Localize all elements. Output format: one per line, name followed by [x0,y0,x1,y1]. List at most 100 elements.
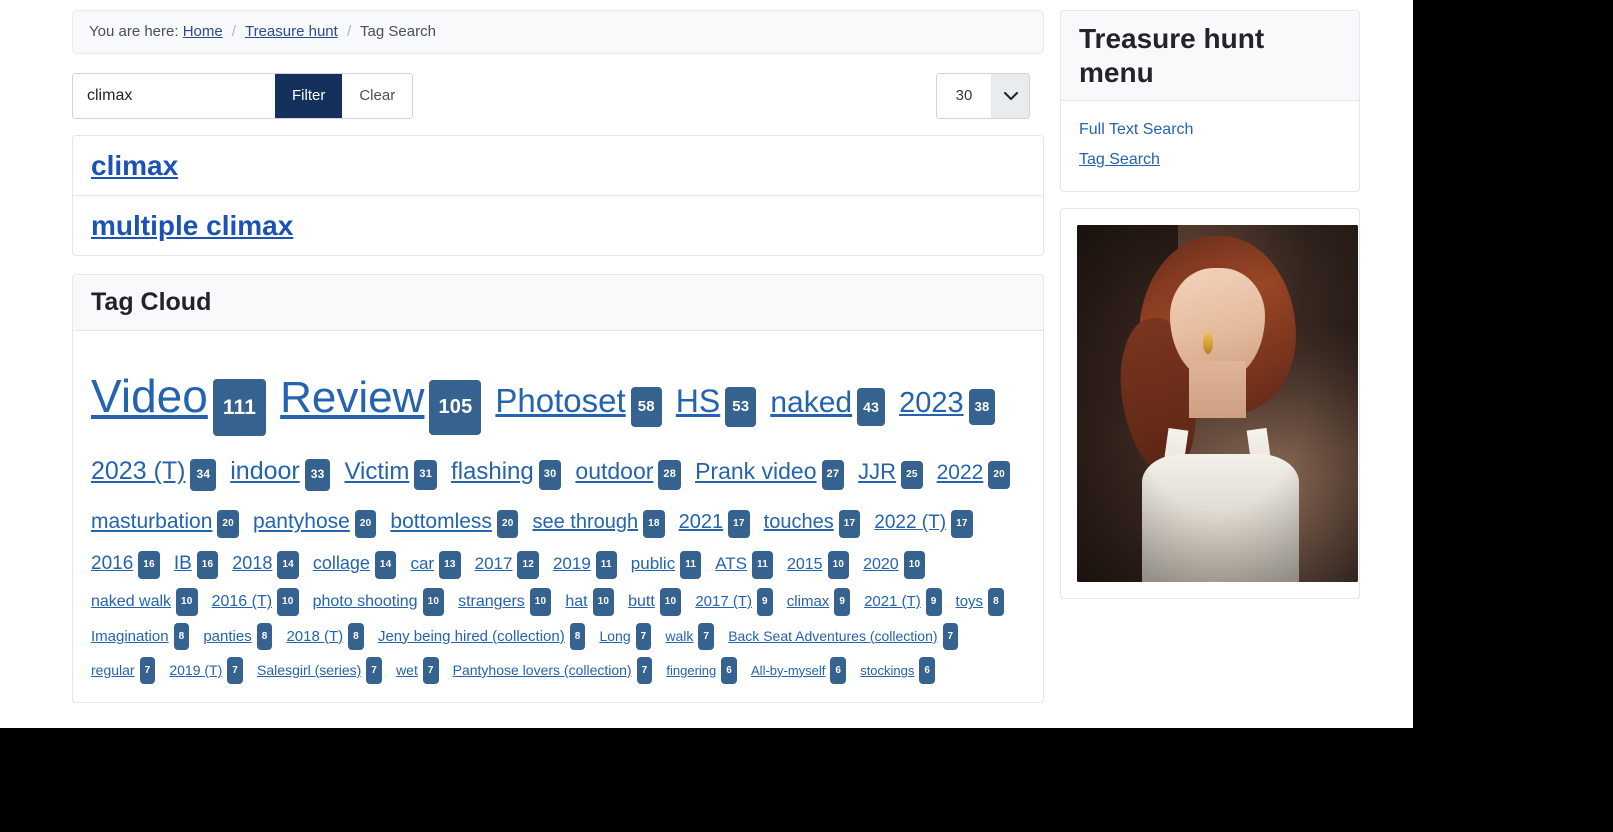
tag-link[interactable]: Video [91,370,208,422]
tag-link[interactable]: hat [565,593,587,610]
tag-cloud-item: 2018 14 [232,551,299,579]
tag-link[interactable]: Back Seat Adventures (collection) [728,628,937,644]
tag-link[interactable]: wet [396,662,418,678]
tag-link[interactable]: public [631,554,675,573]
page-container: You are here: Home / Treasure hunt / Tag… [72,10,1362,704]
tag-cloud-item: car 13 [410,551,461,579]
per-page-select[interactable]: 30 [936,72,1030,119]
tag-link[interactable]: All-by-myself [751,663,825,678]
list-item[interactable]: climax [73,136,1043,196]
tag-count-badge: 16 [196,551,219,579]
tag-link[interactable]: flashing [451,458,534,485]
per-page-value: 30 [937,73,991,118]
tag-link[interactable]: 2017 [475,554,513,573]
tag-link[interactable]: Imagination [91,628,169,645]
tag-link[interactable]: Review [280,373,424,422]
tag-link[interactable]: JJR [858,459,896,484]
breadcrumb-link-home[interactable]: Home [183,23,223,40]
search-input[interactable] [73,73,275,118]
tag-link[interactable]: 2022 (T) [874,512,946,533]
tag-link[interactable]: 2019 (T) [169,662,222,678]
search-toolbar: Filter Clear 30 [72,72,1044,119]
tag-link[interactable]: 2015 [787,556,823,573]
tag-link[interactable]: IB [174,553,192,574]
tag-link[interactable]: see through [532,511,638,533]
tag-cloud-item: 2019 (T) 7 [169,656,244,685]
tag-cloud-item: Review 105 [280,373,482,435]
sidebar-item-tag-search[interactable]: Tag Search [1079,145,1341,175]
breadcrumb-separator: / [346,23,352,40]
tag-link[interactable]: car [410,554,434,573]
tag-link[interactable]: outdoor [575,458,653,484]
tag-link[interactable]: 2022 [937,461,984,484]
tag-link[interactable]: 2021 (T) [864,593,921,610]
tag-count-badge: 14 [374,551,397,579]
tag-cloud-item: strangers 10 [458,588,552,616]
tag-link[interactable]: bottomless [390,510,492,533]
tag-link[interactable]: touches [764,511,834,533]
tag-cloud-item: 2023 38 [899,387,996,426]
tag-link[interactable]: toys [956,593,984,610]
tag-link[interactable]: Long [599,628,630,644]
tag-link[interactable]: naked [770,386,852,419]
tag-count-badge: 11 [680,551,702,579]
filter-button[interactable]: Filter [275,73,343,118]
tag-count-badge: 9 [925,588,942,616]
tag-link[interactable]: Victim [344,458,409,485]
tag-count-badge: 53 [725,387,757,428]
tag-link[interactable]: 2016 (T) [212,593,272,610]
result-link-climax[interactable]: climax [91,150,178,181]
tag-link[interactable]: strangers [458,593,525,610]
tag-link[interactable]: collage [313,553,370,573]
tag-link[interactable]: 2023 [899,387,964,419]
tag-link[interactable]: panties [203,628,251,645]
tag-link[interactable]: 2016 [91,553,133,574]
tag-link[interactable]: masturbation [91,510,212,533]
tag-cloud-item: outdoor 28 [575,458,682,490]
tag-count-badge: 10 [529,588,552,616]
tag-link[interactable]: Pantyhose lovers (collection) [453,662,632,678]
tag-link[interactable]: photo shooting [313,593,418,610]
tag-cloud-title: Tag Cloud [91,287,212,316]
tag-link[interactable]: climax [787,593,830,610]
breadcrumb-current-tag-search: Tag Search [360,23,436,40]
tag-link[interactable]: 2018 (T) [286,628,343,645]
result-link-multiple-climax[interactable]: multiple climax [91,210,293,241]
chevron-down-icon[interactable] [991,73,1029,118]
tag-cloud-item: Long 7 [599,622,652,651]
tag-link[interactable]: fingering [666,663,716,678]
tag-cloud-item: 2016 16 [91,551,160,579]
tag-cloud-item: see through 18 [532,510,665,538]
tag-link[interactable]: ATS [715,554,747,573]
tag-cloud-item: 2021 (T) 9 [864,588,942,616]
tag-count-badge: 8 [569,622,586,651]
tag-link[interactable]: 2018 [232,553,272,573]
tag-link[interactable]: 2019 [553,554,591,573]
breadcrumb-link-treasure-hunt[interactable]: Treasure hunt [245,23,338,40]
tag-link[interactable]: 2020 [863,556,899,573]
tag-cloud-item: 2022 (T) 17 [874,510,973,538]
tag-link[interactable]: naked walk [91,593,171,610]
list-item[interactable]: multiple climax [73,196,1043,255]
sidebar-item-full-text-search[interactable]: Full Text Search [1079,115,1341,145]
sidebar-image-panel [1060,208,1360,600]
tag-link[interactable]: regular [91,662,135,678]
breadcrumb-separator: / [231,23,237,40]
tag-link[interactable]: HS [676,383,720,419]
tag-link[interactable]: stockings [860,663,914,678]
tag-link[interactable]: Salesgirl (series) [257,662,361,678]
tag-link[interactable]: Jeny being hired (collection) [378,628,565,645]
tag-link[interactable]: 2023 (T) [91,457,185,485]
tag-link[interactable]: pantyhose [253,510,350,533]
tag-cloud-item: 2019 11 [553,551,617,579]
tag-link[interactable]: Photoset [495,382,625,419]
tag-link[interactable]: 2021 [679,511,724,533]
tag-count-badge: 43 [857,388,886,427]
clear-button[interactable]: Clear [342,73,412,118]
tag-link[interactable]: Prank video [695,458,816,484]
tag-link[interactable]: indoor [230,457,300,485]
tag-link[interactable]: walk [665,628,693,644]
tag-link[interactable]: butt [628,593,655,610]
tag-link[interactable]: 2017 (T) [695,593,752,610]
tag-count-badge: 28 [658,460,682,490]
